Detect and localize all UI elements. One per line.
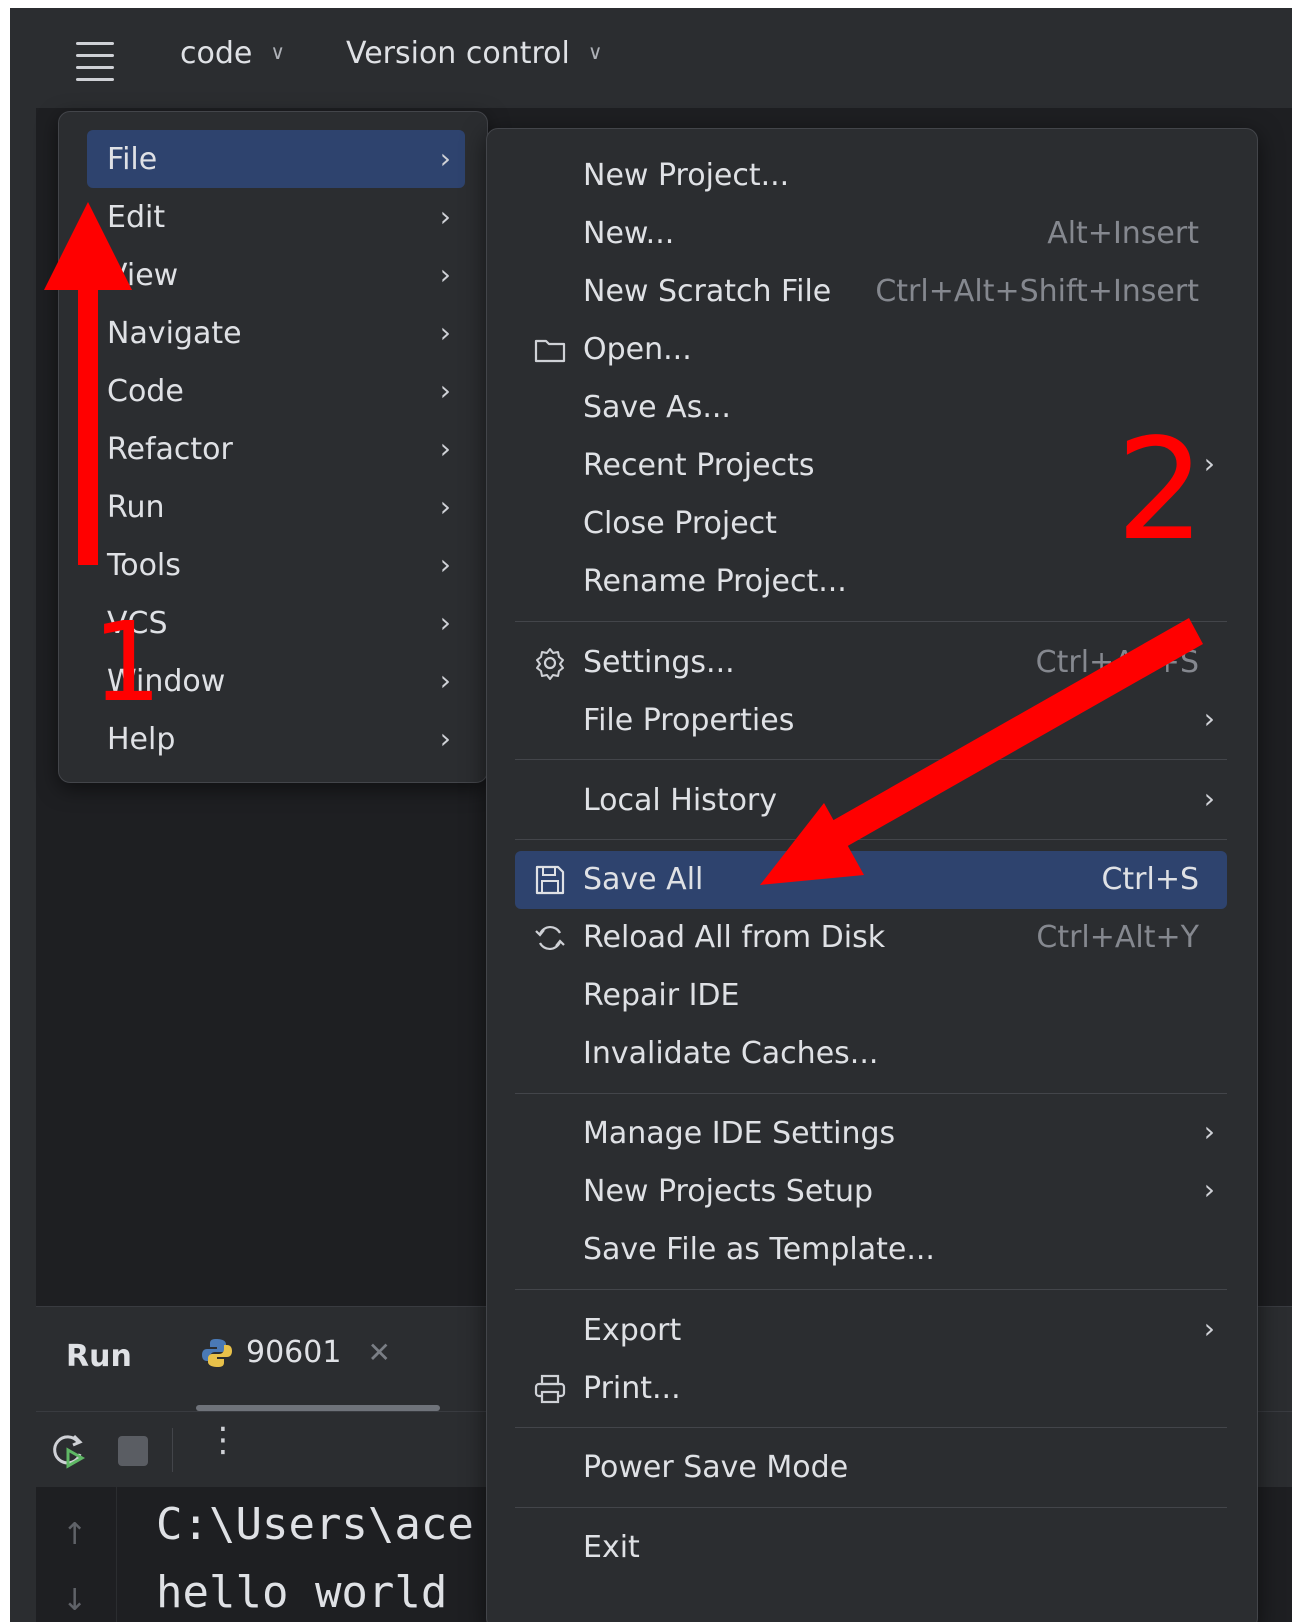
chevron-right-icon: › bbox=[1203, 1115, 1215, 1148]
console-line: C:\Users\ace bbox=[156, 1499, 474, 1550]
chevron-right-icon: › bbox=[439, 664, 451, 697]
menu-item-save-file-as-template[interactable]: Save File as Template... bbox=[515, 1221, 1227, 1279]
chevron-right-icon: › bbox=[439, 316, 451, 349]
gear-icon bbox=[536, 648, 564, 680]
top-toolbar: code ∨ Version control ∨ bbox=[10, 8, 1292, 109]
chevron-right-icon: › bbox=[439, 142, 451, 175]
menu-item-invalidate-caches[interactable]: Invalidate Caches... bbox=[515, 1025, 1227, 1083]
console-line: hello world bbox=[156, 1567, 448, 1618]
menu-item-repair-ide[interactable]: Repair IDE bbox=[515, 967, 1227, 1025]
menu-item-save-as[interactable]: Save As... bbox=[515, 379, 1227, 437]
chevron-right-icon: › bbox=[1203, 447, 1215, 480]
run-tab[interactable]: 90601 ✕ bbox=[200, 1335, 391, 1370]
rerun-icon[interactable] bbox=[48, 1430, 88, 1470]
menu-item-code[interactable]: Code › bbox=[87, 362, 465, 420]
chevron-right-icon: › bbox=[1203, 702, 1215, 735]
menu-item-new-scratch-file[interactable]: New Scratch File Ctrl+Alt+Shift+Insert bbox=[515, 263, 1227, 321]
vcs-label: Version control bbox=[346, 36, 570, 71]
menu-item-new[interactable]: New... Alt+Insert bbox=[515, 205, 1227, 263]
chevron-right-icon: › bbox=[439, 490, 451, 523]
chevron-down-icon: ∨ bbox=[270, 39, 285, 64]
menu-item-file-properties[interactable]: File Properties › bbox=[515, 692, 1227, 750]
menu-item-export[interactable]: Export › bbox=[515, 1302, 1227, 1360]
run-panel-title: Run bbox=[66, 1339, 132, 1374]
menu-item-new-project[interactable]: New Project... bbox=[515, 147, 1227, 205]
chevron-right-icon: › bbox=[439, 258, 451, 291]
chevron-down-icon: ∨ bbox=[587, 39, 603, 64]
menu-item-power-save-mode[interactable]: Power Save Mode bbox=[515, 1439, 1227, 1497]
menu-item-close-project[interactable]: Close Project bbox=[515, 495, 1227, 553]
menu-item-manage-ide-settings[interactable]: Manage IDE Settings › bbox=[515, 1105, 1227, 1163]
chevron-right-icon: › bbox=[439, 548, 451, 581]
left-tool-strip bbox=[10, 108, 36, 1622]
chevron-right-icon: › bbox=[439, 722, 451, 755]
console-gutter: ↑ ↓ bbox=[36, 1487, 117, 1622]
more-options-icon[interactable]: ⋮ bbox=[206, 1420, 240, 1460]
shortcut-label: Ctrl+Alt+Y bbox=[1036, 920, 1199, 955]
close-icon[interactable]: ✕ bbox=[367, 1336, 390, 1369]
menu-item-settings[interactable]: Settings... Ctrl+Alt+S bbox=[515, 634, 1227, 692]
menu-item-recent-projects[interactable]: Recent Projects › bbox=[515, 437, 1227, 495]
menu-item-window[interactable]: Window › bbox=[87, 652, 465, 710]
shortcut-label: Alt+Insert bbox=[1047, 216, 1199, 251]
printer-icon bbox=[534, 1374, 566, 1404]
scroll-up-icon[interactable]: ↑ bbox=[62, 1517, 87, 1552]
chevron-right-icon: › bbox=[1203, 1173, 1215, 1206]
menu-item-rename-project[interactable]: Rename Project... bbox=[515, 553, 1227, 611]
menu-item-help[interactable]: Help › bbox=[87, 710, 465, 768]
menu-item-edit[interactable]: Edit › bbox=[87, 188, 465, 246]
main-menu: File › Edit › View › Navigate › Code › Refact… bbox=[58, 111, 488, 783]
python-icon bbox=[202, 1338, 232, 1367]
menu-item-print[interactable]: Print... bbox=[515, 1360, 1227, 1418]
vcs-widget[interactable]: Version control ∨ bbox=[346, 36, 602, 71]
stop-icon[interactable] bbox=[118, 1436, 148, 1466]
toolbar-separator bbox=[172, 1428, 173, 1472]
chevron-right-icon: › bbox=[439, 432, 451, 465]
menu-item-open[interactable]: Open... bbox=[515, 321, 1227, 379]
chevron-right-icon: › bbox=[1203, 1312, 1215, 1345]
menu-item-navigate[interactable]: Navigate › bbox=[87, 304, 465, 362]
menu-divider bbox=[515, 1427, 1227, 1428]
scroll-down-icon[interactable]: ↓ bbox=[62, 1583, 87, 1618]
menu-divider bbox=[515, 1093, 1227, 1094]
hamburger-icon[interactable] bbox=[74, 40, 116, 82]
shortcut-label: Ctrl+Alt+S bbox=[1035, 645, 1199, 680]
menu-item-refactor[interactable]: Refactor › bbox=[87, 420, 465, 478]
menu-divider bbox=[515, 759, 1227, 760]
project-widget[interactable]: code ∨ bbox=[180, 36, 285, 71]
menu-divider bbox=[515, 1507, 1227, 1508]
menu-item-reload-all[interactable]: Reload All from Disk Ctrl+Alt+Y bbox=[515, 909, 1227, 967]
menu-divider bbox=[515, 621, 1227, 622]
ide-window: code ∨ Version control ∨ Run 90601 ✕ ⋮ ↑… bbox=[10, 8, 1292, 1622]
menu-divider bbox=[515, 839, 1227, 840]
menu-item-exit[interactable]: Exit bbox=[515, 1519, 1227, 1577]
file-submenu: New Project... New... Alt+Insert New Scra… bbox=[486, 128, 1258, 1622]
menu-item-view[interactable]: View › bbox=[87, 246, 465, 304]
shortcut-label: Ctrl+Alt+Shift+Insert bbox=[875, 274, 1199, 309]
folder-icon bbox=[534, 339, 566, 363]
menu-item-file[interactable]: File › bbox=[87, 130, 465, 188]
menu-item-local-history[interactable]: Local History › bbox=[515, 772, 1227, 830]
chevron-right-icon: › bbox=[439, 374, 451, 407]
chevron-right-icon: › bbox=[1203, 782, 1215, 815]
run-tab-label: 90601 bbox=[246, 1335, 342, 1370]
menu-item-run[interactable]: Run › bbox=[87, 478, 465, 536]
menu-divider bbox=[515, 1289, 1227, 1290]
reload-icon bbox=[535, 925, 565, 951]
shortcut-label: Ctrl+S bbox=[1101, 862, 1199, 897]
save-icon bbox=[535, 865, 565, 895]
menu-item-tools[interactable]: Tools › bbox=[87, 536, 465, 594]
menu-item-vcs[interactable]: VCS › bbox=[87, 594, 465, 652]
menu-item-new-projects-setup[interactable]: New Projects Setup › bbox=[515, 1163, 1227, 1221]
chevron-right-icon: › bbox=[439, 606, 451, 639]
project-label: code bbox=[180, 36, 253, 71]
menu-item-save-all[interactable]: Save All Ctrl+S bbox=[515, 851, 1227, 909]
chevron-right-icon: › bbox=[439, 200, 451, 233]
